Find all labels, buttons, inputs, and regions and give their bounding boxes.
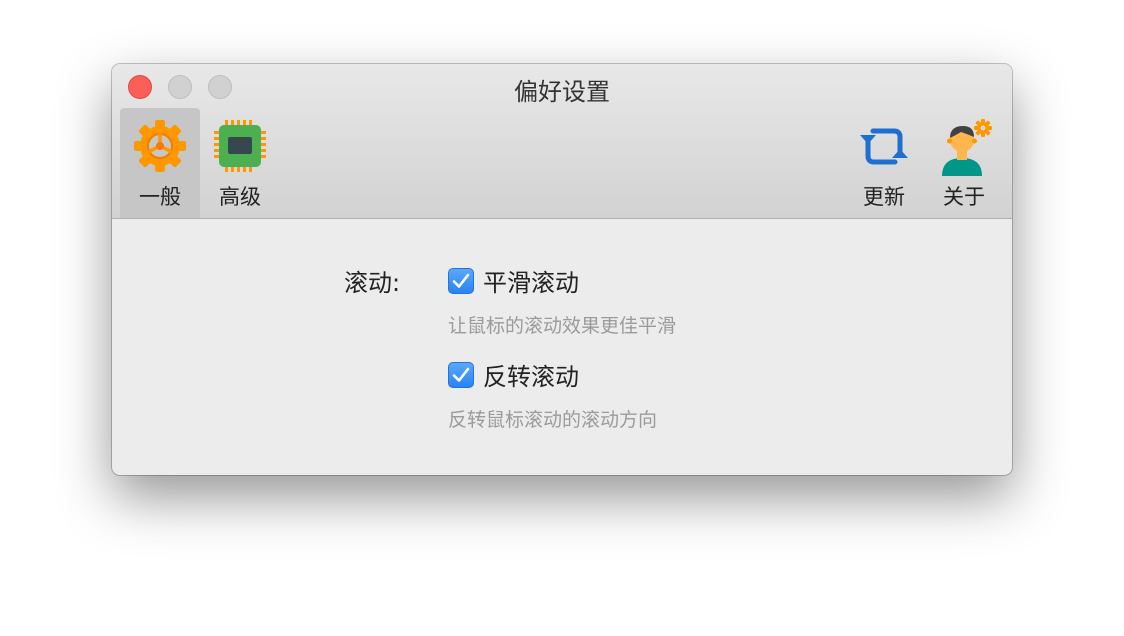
smooth-scroll-label: 平滑滚动 <box>483 269 579 297</box>
reverse-scroll-checkbox[interactable] <box>448 361 474 388</box>
tab-advanced-label: 高级 <box>219 185 261 209</box>
smooth-scroll-hint: 让鼠标的滚动效果更佳平滑 <box>448 315 677 337</box>
smooth-scroll-checkbox[interactable] <box>448 267 474 294</box>
tab-update-label: 更新 <box>863 185 905 209</box>
checkmark-icon <box>452 367 470 382</box>
tab-about-label: 关于 <box>943 185 985 209</box>
preferences-window: 偏好设置 一般 高级 更新 关于 滚动: 平滑滚动 让鼠标的滚动效果更佳平滑 反… <box>112 64 1012 475</box>
refresh-icon <box>854 116 914 176</box>
user-gear-icon <box>934 116 994 176</box>
tab-update[interactable]: 更新 <box>844 108 924 218</box>
toolbar: 偏好设置 一般 高级 更新 关于 <box>112 64 1012 219</box>
tab-general-label: 一般 <box>139 185 181 209</box>
reverse-scroll-label: 反转滚动 <box>483 363 579 391</box>
smooth-scroll-option[interactable]: 平滑滚动 <box>448 263 579 298</box>
general-settings-panel: 滚动: 平滑滚动 让鼠标的滚动效果更佳平滑 反转滚动 反转鼠标滚动的滚动方向 <box>112 219 1012 475</box>
gear-icon <box>130 116 190 176</box>
window-title: 偏好设置 <box>514 78 610 106</box>
tab-general[interactable]: 一般 <box>120 108 200 218</box>
checkmark-icon <box>452 273 470 288</box>
tab-advanced[interactable]: 高级 <box>200 108 280 218</box>
reverse-scroll-hint: 反转鼠标滚动的滚动方向 <box>448 409 658 431</box>
scroll-section-label: 滚动: <box>344 269 401 297</box>
chip-icon <box>210 116 270 176</box>
reverse-scroll-option[interactable]: 反转滚动 <box>448 357 579 392</box>
tab-about[interactable]: 关于 <box>924 108 1004 218</box>
